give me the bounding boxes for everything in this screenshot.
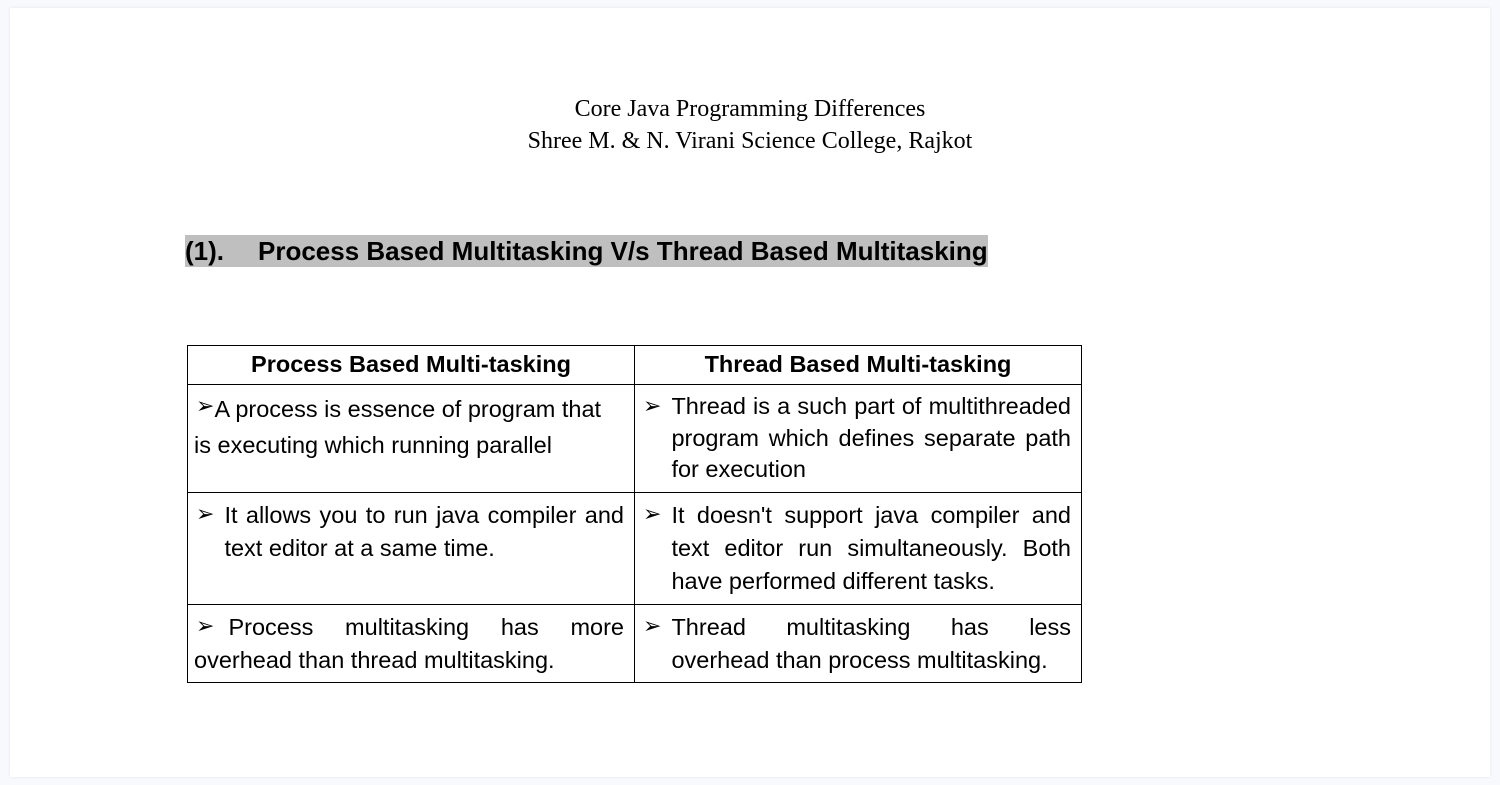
table-header-right: Thread Based Multi-tasking [635,345,1082,384]
bullet-icon: ➢ [196,612,214,641]
cell-text: It doesn't support java compiler and tex… [671,499,1071,598]
comparison-table: Process Based Multi-tasking Thread Based… [187,345,1082,684]
header-title-line1: Core Java Programming Differences [185,93,1315,125]
section-heading: (1). Process Based Multitasking V/s Threa… [185,236,1315,267]
cell-text: Thread multitasking has less overhead th… [671,611,1071,677]
cell-content: ➢ It allows you to run java compiler and… [194,499,624,565]
table-row: ➢ A process is essence of program that i… [188,384,1082,492]
table-row: ➢ It allows you to run java compiler and… [188,492,1082,604]
table-cell-right: ➢ Thread multitasking has less overhead … [635,604,1082,683]
cell-text: Process multitasking has more overhead t… [194,611,624,677]
section-title-text: Process Based Multitasking V/s Thread Ba… [258,236,988,266]
header-title-line2: Shree M. & N. Virani Science College, Ra… [185,125,1315,157]
table-row: ➢ Process multitasking has more overhead… [188,604,1082,683]
table-header-left: Process Based Multi-tasking [188,345,635,384]
table-cell-left: ➢ A process is essence of program that i… [188,384,635,492]
bullet-icon: ➢ [643,612,661,641]
cell-text: A process is essence of program that is … [194,396,601,458]
bullet-icon: ➢ [643,392,661,421]
document-header: Core Java Programming Differences Shree … [185,93,1315,158]
cell-text: It allows you to run java compiler and t… [224,499,624,565]
cell-content: ➢ Thread multitasking has less overhead … [641,611,1071,677]
cell-content: ➢ Thread is a such part of multithreaded… [641,391,1071,486]
section-number: (1). [185,236,224,266]
bullet-icon: ➢ [196,392,214,421]
cell-content: ➢ A process is essence of program that i… [194,391,624,464]
bullet-icon: ➢ [643,500,661,529]
cell-text: Thread is a such part of multithreaded p… [671,391,1071,486]
table-cell-left: ➢ Process multitasking has more overhead… [188,604,635,683]
table-cell-right: ➢ It doesn't support java compiler and t… [635,492,1082,604]
table-header-row: Process Based Multi-tasking Thread Based… [188,345,1082,384]
table-cell-left: ➢ It allows you to run java compiler and… [188,492,635,604]
bullet-icon: ➢ [196,500,214,529]
table-cell-right: ➢ Thread is a such part of multithreaded… [635,384,1082,492]
document-page: Core Java Programming Differences Shree … [10,8,1490,777]
cell-content: ➢ Process multitasking has more overhead… [194,611,624,677]
cell-content: ➢ It doesn't support java compiler and t… [641,499,1071,598]
